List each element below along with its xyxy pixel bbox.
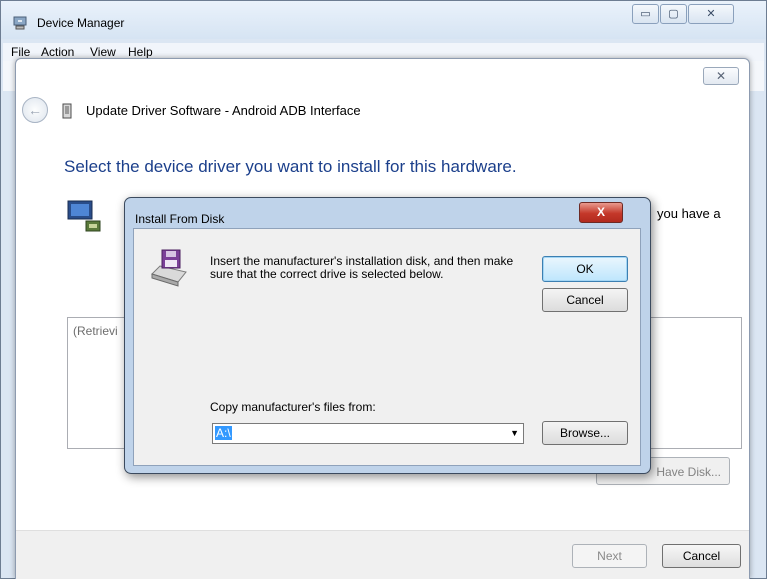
cancel-button[interactable]: Cancel xyxy=(662,544,741,568)
driver-list-status: (Retrievi xyxy=(73,324,118,338)
source-path-value[interactable]: A:\ xyxy=(215,426,232,440)
device-manager-titlebar[interactable]: Device Manager ▭ ▢ ✕ xyxy=(1,1,766,39)
back-arrow-icon[interactable]: ← xyxy=(22,97,48,123)
wizard-header: ← Update Driver Software - Android ADB I… xyxy=(16,89,749,133)
wizard-title: Update Driver Software - Android ADB Int… xyxy=(86,103,361,118)
computer-monitor-icon xyxy=(67,200,101,232)
menu-view[interactable]: View xyxy=(90,45,116,59)
wizard-footer: Next Cancel xyxy=(16,530,749,579)
menu-action[interactable]: Action xyxy=(41,45,74,59)
menu-help[interactable]: Help xyxy=(128,45,153,59)
close-button[interactable]: ✕ xyxy=(688,4,734,24)
window-title: Device Manager xyxy=(37,16,125,30)
wizard-close-button[interactable]: ✕ xyxy=(703,67,739,85)
source-path-combobox[interactable]: A:\ ▼ xyxy=(212,423,524,444)
dialog-title: Install From Disk xyxy=(135,212,225,226)
menu-file[interactable]: File xyxy=(11,45,30,59)
browse-button[interactable]: Browse... xyxy=(542,421,628,445)
dialog-close-button[interactable]: X xyxy=(579,202,623,223)
device-manager-icon xyxy=(13,16,27,30)
install-from-disk-dialog: Install From Disk X Insert the manufactu… xyxy=(124,197,651,474)
wizard-description: you have a xyxy=(657,206,721,221)
chevron-down-icon[interactable]: ▼ xyxy=(510,428,519,438)
next-button[interactable]: Next xyxy=(572,544,647,568)
copy-from-label: Copy manufacturer's files from: xyxy=(210,400,376,414)
dialog-cancel-button[interactable]: Cancel xyxy=(542,288,628,312)
maximize-button[interactable]: ▢ xyxy=(660,4,687,24)
wizard-heading: Select the device driver you want to ins… xyxy=(64,157,517,176)
usb-device-icon xyxy=(62,103,72,119)
minimize-button[interactable]: ▭ xyxy=(632,4,659,24)
ok-button[interactable]: OK xyxy=(542,256,628,282)
dialog-message: Insert the manufacturer's installation d… xyxy=(210,254,514,281)
floppy-disk-icon xyxy=(151,249,187,287)
install-from-disk-titlebar[interactable]: Install From Disk X xyxy=(125,198,650,228)
dialog-body: Insert the manufacturer's installation d… xyxy=(133,228,641,466)
